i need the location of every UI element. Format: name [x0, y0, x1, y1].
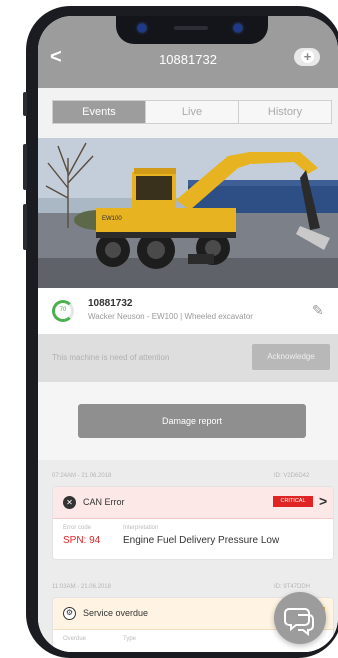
type-label: Type [123, 636, 137, 642]
interpretation-value: Engine Fuel Delivery Pressure Low [123, 535, 280, 546]
chat-button[interactable] [274, 592, 326, 644]
excavator-image: EW100 [38, 138, 338, 288]
event-card-can-error[interactable]: ✕ CAN Error CRITICAL > Error code Interp… [52, 486, 334, 560]
event-header: ✕ CAN Error CRITICAL > [53, 487, 333, 519]
damage-report-button[interactable]: Damage report [78, 404, 306, 438]
machine-description: Wacker Neuson - EW100 | Wheeled excavato… [88, 312, 253, 321]
event-id: ID: V2D6D42 [274, 473, 310, 479]
error-code-label: Error code [63, 525, 92, 531]
tab-history[interactable]: History [239, 101, 331, 123]
error-code-value: SPN: 94 [63, 535, 101, 546]
mute-switch [23, 92, 27, 116]
machine-info[interactable]: 70 10881732 Wacker Neuson - EW100 | Whee… [38, 288, 338, 334]
svg-text:EW100: EW100 [102, 216, 122, 222]
page-title: 10881732 [159, 52, 217, 67]
attention-banner: This machine is need of attention Acknow… [38, 334, 338, 382]
speaker-grille [174, 26, 208, 30]
add-toggle[interactable]: + [294, 48, 320, 66]
critical-badge: CRITICAL [273, 496, 313, 507]
acknowledge-button[interactable]: Acknowledge [252, 344, 330, 370]
plus-icon: + [301, 50, 314, 63]
volume-up-button [23, 144, 27, 190]
event-details: Error code Interpretation SPN: 94 Engine… [53, 519, 333, 559]
interpretation-label: Interpretation [123, 525, 159, 531]
volume-down-button [23, 204, 27, 250]
event-title: CAN Error [83, 497, 125, 507]
machine-photo: EW100 [38, 138, 338, 288]
chat-bubble-icon [284, 608, 314, 637]
event-time: 07:24AM - 21.06.2018 [52, 473, 112, 479]
camera-icon [138, 24, 146, 32]
gauge-value: 70 [59, 307, 67, 313]
attention-message: This machine is need of attention [52, 353, 170, 362]
machine-id: 10881732 [88, 298, 133, 309]
status-gauge: 70 [52, 300, 74, 322]
camera-notch [116, 16, 268, 44]
chevron-right-icon[interactable]: > [319, 493, 327, 509]
pencil-icon[interactable]: ✎ [312, 302, 324, 319]
tab-bar: Events Live History [52, 100, 332, 124]
event-id: ID: 9T47DDH [274, 584, 311, 590]
event-title: Service overdue [83, 608, 149, 618]
tab-live[interactable]: Live [146, 101, 239, 123]
app-screen: < 10881732 + Events Live History EW100 7… [38, 16, 338, 652]
sensor-icon [234, 24, 242, 32]
tab-events[interactable]: Events [53, 101, 146, 123]
event-time: 11:03AM - 21.06.2018 [52, 584, 111, 590]
wrench-icon: ⚙ [63, 607, 76, 620]
x-circle-icon: ✕ [63, 496, 76, 509]
overdue-label: Overdue [63, 636, 87, 642]
